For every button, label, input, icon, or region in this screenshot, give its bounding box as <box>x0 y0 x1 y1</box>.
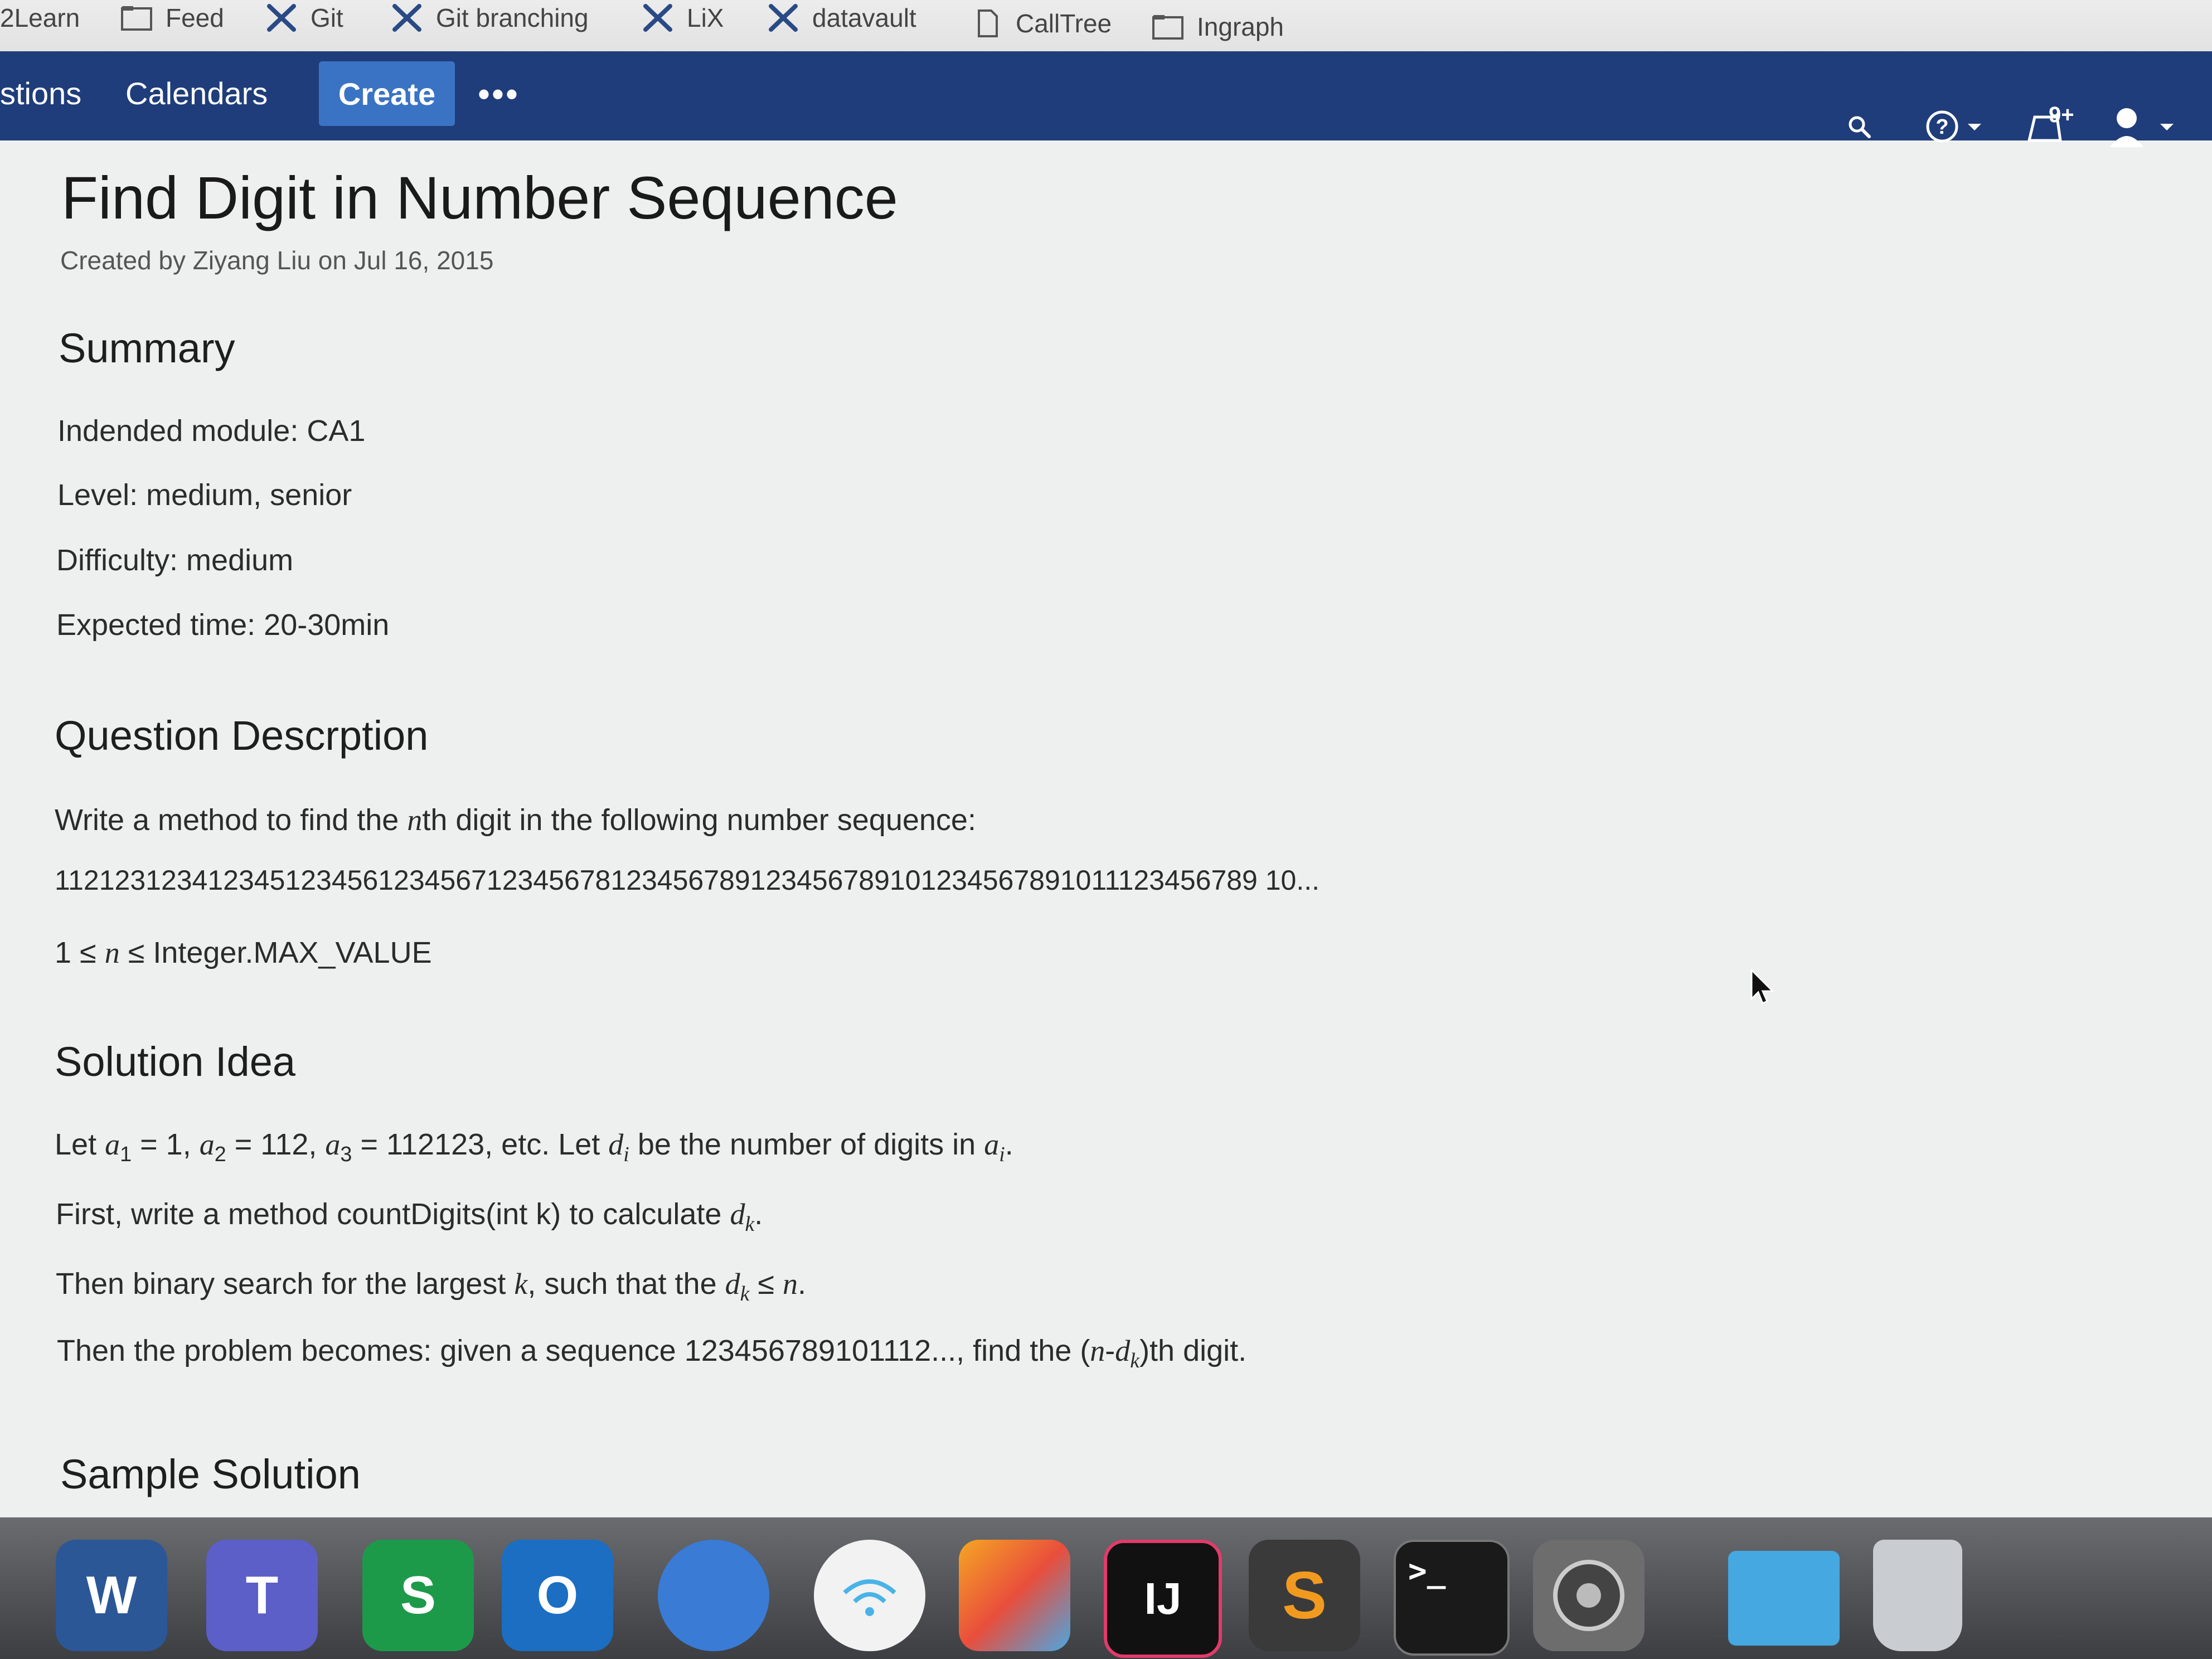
svg-text:?: ? <box>1936 115 1948 139</box>
question-intro: Write a method to find the nth digit in … <box>55 803 976 837</box>
summary-level: Level: medium, senior <box>57 478 352 512</box>
solution-line-2: First, write a method countDigits(int k)… <box>56 1197 763 1236</box>
notifications-badge: 9+ <box>2049 103 2074 127</box>
bookmark-calltree[interactable]: CallTree <box>970 7 1112 40</box>
tool-icon <box>641 4 675 32</box>
bookmark-label: Feed <box>166 3 224 32</box>
folder-icon <box>120 4 153 32</box>
constraint-line: 1 ≤ n ≤ Integer.MAX_VALUE <box>55 936 432 969</box>
question-heading: Question Descrption <box>55 712 429 759</box>
bookmark-datavault[interactable]: datavault <box>767 1 916 35</box>
mosaic-icon[interactable] <box>959 1540 1070 1651</box>
notifications-icon[interactable]: 9+ <box>2024 101 2085 146</box>
downloads-folder-icon[interactable] <box>1728 1551 1840 1646</box>
more-button[interactable]: ••• <box>463 61 535 126</box>
summary-difficulty: Difficulty: medium <box>56 544 294 577</box>
nav-item-questions[interactable]: stions <box>0 51 81 135</box>
page-icon <box>970 9 1003 37</box>
solution-line-4: Then the problem becomes: given a sequen… <box>57 1334 1247 1372</box>
solution-line-1: Let a1 = 1, a2 = 112, a3 = 112123, etc. … <box>55 1128 1013 1166</box>
page-byline: Created by Ziyang Liu on Jul 16, 2015 <box>60 246 494 275</box>
tool-icon <box>265 4 298 32</box>
bookmark-feed[interactable]: Feed <box>120 1 224 35</box>
summary-heading: Summary <box>59 325 235 371</box>
skype-icon[interactable]: S <box>362 1540 474 1651</box>
summary-time: Expected time: 20-30min <box>56 608 390 642</box>
bookmark-git[interactable]: Git <box>265 1 343 35</box>
confluence-header: stions Calendars Create ••• ? 9+ <box>0 51 2212 147</box>
wifi-icon[interactable] <box>814 1540 925 1651</box>
system-preferences-icon[interactable] <box>1533 1540 1645 1651</box>
macos-dock: W T S O IJ S >_ <box>0 1517 2212 1659</box>
page-title: Find Digit in Number Sequence <box>61 164 898 231</box>
solution-line-3: Then binary search for the largest k, su… <box>56 1267 807 1306</box>
bookmark-label: 2Learn <box>0 3 80 32</box>
page-content: Find Digit in Number Sequence Created by… <box>0 140 2212 1517</box>
number-sequence: 1121231234123451234561234567123456781234… <box>55 865 1320 896</box>
word-icon[interactable]: W <box>56 1540 167 1651</box>
bookmark-git-branching[interactable]: Git branching <box>390 1 589 35</box>
bookmark-label: Git branching <box>436 3 589 32</box>
tool-icon <box>390 4 424 32</box>
sample-solution-heading: Sample Solution <box>60 1451 361 1497</box>
bookmark-2learn[interactable]: 2Learn <box>0 1 80 35</box>
bookmark-ingraph[interactable]: Ingraph <box>1151 10 1284 43</box>
sublime-icon[interactable]: S <box>1249 1540 1360 1651</box>
bookmark-label: CallTree <box>1016 9 1112 38</box>
terminal-icon[interactable]: >_ <box>1394 1540 1510 1656</box>
bookmark-lix[interactable]: LiX <box>641 1 724 35</box>
mouse-cursor-icon <box>1750 969 1775 1005</box>
intellij-icon[interactable]: IJ <box>1104 1540 1222 1658</box>
create-button[interactable]: Create <box>319 61 455 126</box>
bookmarks-bar: 2Learn Feed Git Git branching LiX datava… <box>0 0 2212 54</box>
trash-icon[interactable] <box>1873 1540 1962 1651</box>
vpn-icon[interactable] <box>658 1540 769 1651</box>
tool-icon <box>767 4 800 32</box>
solution-heading: Solution Idea <box>55 1039 296 1085</box>
outlook-icon[interactable]: O <box>502 1540 613 1651</box>
folder-icon <box>1151 13 1185 41</box>
nav-item-calendars[interactable]: Calendars <box>125 51 268 135</box>
bookmark-label: Git <box>311 3 343 32</box>
bookmark-label: Ingraph <box>1197 12 1284 41</box>
teams-icon[interactable]: T <box>206 1540 318 1651</box>
summary-module: Indended module: CA1 <box>57 414 366 448</box>
bookmark-label: LiX <box>687 3 724 32</box>
bookmark-label: datavault <box>812 3 916 32</box>
